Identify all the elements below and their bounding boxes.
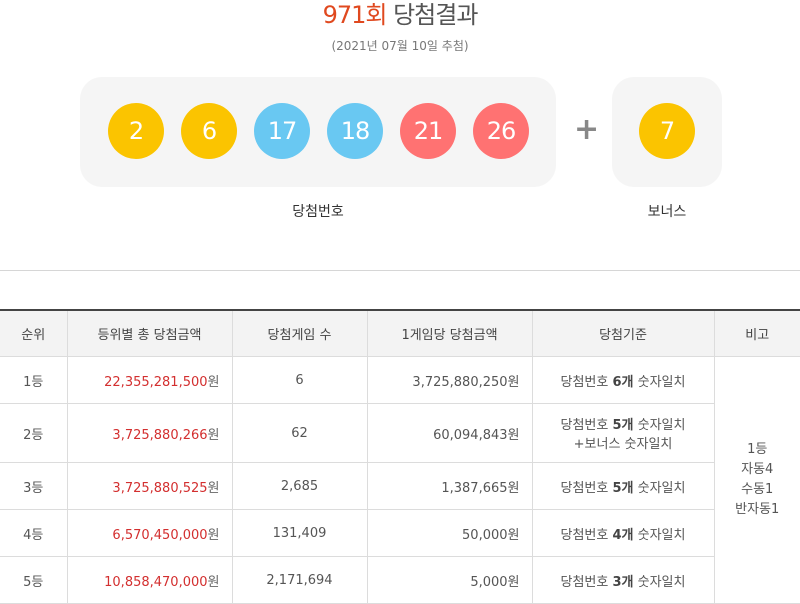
table-row: 4등 6,570,450,000원 131,409 50,000원 당첨번호 4… xyxy=(0,509,800,557)
total-prize-cell: 22,355,281,500원 xyxy=(66,356,233,404)
criteria-cell: 당첨번호 6개 숫자일치 xyxy=(531,356,715,404)
table-row: 1등 22,355,281,500원 6 3,725,880,250원 당첨번호… xyxy=(0,356,800,604)
winning-ball: 6 xyxy=(181,103,237,159)
prize-per-game-cell: 50,000원 xyxy=(366,509,533,557)
col-header-rank: 순위 xyxy=(0,309,68,357)
winning-ball: 2 xyxy=(108,103,164,159)
table-row: 2등 3,725,880,266원 62 60,094,843원 당첨번호 5개… xyxy=(0,403,800,463)
winning-ball: 26 xyxy=(473,103,529,159)
title-text: 당첨결과 xyxy=(393,1,478,29)
prize-per-game-cell: 5,000원 xyxy=(366,556,533,604)
winner-count-cell: 6 xyxy=(231,356,368,404)
table-row: 3등 3,725,880,525원 2,685 1,387,665원 당첨번호 … xyxy=(0,462,800,510)
bonus-ball: 7 xyxy=(639,103,695,159)
col-header-note: 비고 xyxy=(713,309,800,357)
prize-per-game-cell: 1,387,665원 xyxy=(366,462,533,510)
prize-per-game-cell: 3,725,880,250원 xyxy=(366,356,533,404)
total-prize-cell: 3,725,880,525원 xyxy=(66,462,233,510)
winner-count-cell: 2,171,694 xyxy=(231,556,368,604)
winner-count-cell: 2,685 xyxy=(231,462,368,510)
winning-numbers-label: 당첨번호 xyxy=(292,204,344,220)
criteria-cell: 당첨번호 5개 숫자일치 +보너스 숫자일치 xyxy=(531,403,714,463)
rank-cell: 3등 xyxy=(0,462,68,510)
criteria-cell: 당첨번호 5개 숫자일치 xyxy=(531,462,714,510)
col-header-winner-count: 당첨게임 수 xyxy=(231,309,368,357)
total-prize-cell: 3,725,880,266원 xyxy=(66,403,233,463)
col-header-total-prize: 등위별 총 당첨금액 xyxy=(66,309,233,357)
rank-cell: 1등 xyxy=(0,356,68,404)
winning-ball: 18 xyxy=(327,103,383,159)
prize-table: 순위 등위별 총 당첨금액 당첨게임 수 1게임당 당첨금액 당첨기준 비고 1… xyxy=(0,309,800,604)
winner-count-cell: 62 xyxy=(231,403,368,463)
winning-ball: 21 xyxy=(400,103,456,159)
draw-title: 971회 당첨결과 xyxy=(0,0,800,30)
round-number: 971회 xyxy=(322,1,388,29)
winner-count-cell: 131,409 xyxy=(231,509,368,557)
draw-date: (2021년 07월 10일 추첨) xyxy=(331,39,469,53)
criteria-cell: 당첨번호 4개 숫자일치 xyxy=(531,509,714,557)
col-header-prize-per-game: 1게임당 당첨금액 xyxy=(366,309,533,357)
rank-cell: 4등 xyxy=(0,509,68,557)
plus-icon: + xyxy=(574,112,600,147)
prize-per-game-cell: 60,094,843원 xyxy=(366,403,533,463)
rank-cell: 5등 xyxy=(0,556,68,604)
table-row: 5등 10,858,470,000원 2,171,694 5,000원 당첨번호… xyxy=(0,556,800,604)
winning-ball: 17 xyxy=(254,103,310,159)
note-cell: 1등 자동4 수동1 반자동1 xyxy=(713,356,800,604)
total-prize-cell: 6,570,450,000원 xyxy=(66,509,233,557)
criteria-cell: 당첨번호 3개 숫자일치 xyxy=(531,556,714,604)
section-divider xyxy=(0,270,800,271)
rank-cell: 2등 xyxy=(0,403,68,463)
bonus-label: 보너스 xyxy=(647,204,687,220)
col-header-criteria: 당첨기준 xyxy=(531,309,715,357)
table-header-row: 순위 등위별 총 당첨금액 당첨게임 수 1게임당 당첨금액 당첨기준 비고 xyxy=(0,309,800,357)
total-prize-cell: 10,858,470,000원 xyxy=(66,556,233,604)
